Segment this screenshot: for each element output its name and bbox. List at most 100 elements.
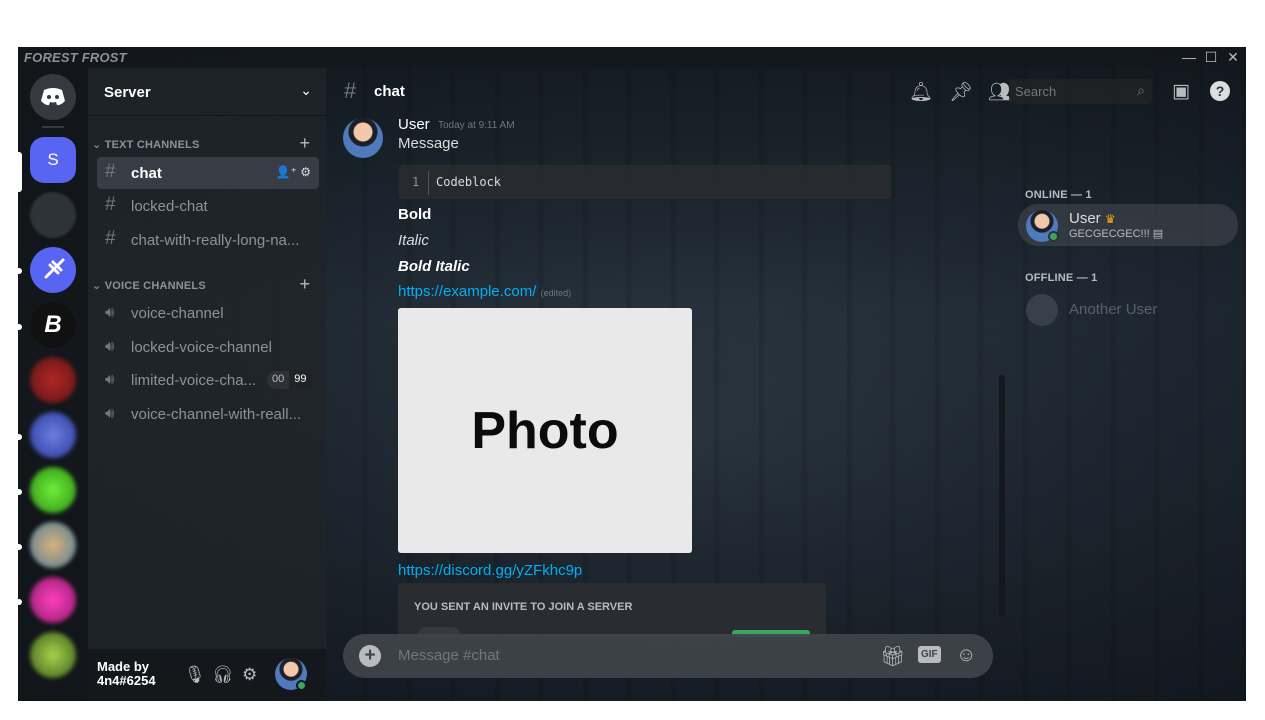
gift-icon[interactable]: 🎁︎ [880,644,905,669]
server-icon-red[interactable] [30,357,76,403]
member-item[interactable]: Another User [1018,288,1238,330]
message-scrollbar[interactable] [999,375,1005,617]
code-block: 1 Codeblock [398,164,892,200]
server-icon-lime[interactable] [30,632,76,678]
voice-channel-long[interactable]: 🔊︎ voice-channel-with-reall... [97,398,319,430]
message-composer[interactable]: + Message #chat 🎁︎ GIF ☺ [343,634,993,678]
speaker-icon: 🔊︎ [105,304,115,321]
online-header: ONLINE — 1 [1025,189,1092,201]
online-status-dot [296,680,307,691]
member-item[interactable]: User ♛ GECGECGEC!!! ▤ [1018,204,1238,246]
gif-button[interactable]: GIF [918,646,941,663]
server-icon-pink[interactable] [30,577,76,623]
message-author[interactable]: User [398,116,430,133]
headphones-icon[interactable]: 🎧︎ [212,665,234,685]
unread-indicator [18,268,22,274]
category-label: ⌄ TEXT CHANNELS [92,138,200,151]
unread-indicator [18,544,22,550]
edited-marker: (edited) [540,288,572,298]
add-channel-icon[interactable]: + [299,133,310,154]
member-status: GECGECGEC!!! [1069,228,1150,240]
title-bar: FOREST FROST — ☐ ✕ [18,47,1246,68]
message-list: User Today at 9:11 AM Message 1 Codebloc… [326,116,1016,701]
search-icon: ⌕ [1137,82,1145,98]
category-label: ⌄ VOICE CHANNELS [92,279,206,292]
maximize-button[interactable]: ☐ [1200,49,1222,66]
server-b-glyph: B [44,311,62,338]
code-divider [428,171,429,195]
server-icon-s[interactable]: S [30,137,76,183]
user-limit-badge: 00 99 [267,371,312,389]
channel-name: limited-voice-cha... [131,372,257,389]
chevron-down-icon: ⌄ [300,82,312,98]
discord-logo-icon [41,88,65,106]
plug-icon [44,258,65,279]
server-icon-green[interactable] [30,467,76,513]
rail-separator [42,126,64,128]
unread-indicator [18,489,22,495]
server-icon-plugin[interactable] [30,247,76,293]
server-initial: S [47,150,59,169]
home-button[interactable] [30,74,76,120]
channel-name: voice-channel [131,305,224,322]
channel-long-name[interactable]: # chat-with-really-long-na... [97,224,319,256]
server-header[interactable]: Server ⌄ [88,68,326,116]
hash-icon: # [105,161,116,182]
add-attachment-icon[interactable]: + [359,645,381,667]
channel-title: chat [374,83,405,100]
message-link[interactable]: https://example.com/ [398,283,536,300]
unread-indicator [18,599,22,605]
author-tag: 4n4#6254 [97,673,156,688]
member-name: Another User [1069,301,1158,318]
voice-channel-limited[interactable]: 🔊︎ limited-voice-cha... 00 99 [97,364,319,396]
inbox-icon[interactable]: ▣ [1172,80,1190,103]
hash-icon: # [344,78,357,103]
user-panel: Made by 4n4#6254 🎙︎ 🎧︎ ⚙ [88,649,326,701]
invite-icon[interactable]: 👤⁺ [276,165,297,179]
gear-icon[interactable]: ⚙ [300,165,311,179]
category-text-channels[interactable]: ⌄ TEXT CHANNELS + [92,133,318,154]
photo-label: Photo [471,401,619,460]
speaker-icon: 🔊︎ [105,405,115,422]
channel-sidebar: Server ⌄ ⌄ TEXT CHANNELS + # chat 👤⁺ ⚙ #… [88,68,326,701]
message-avatar[interactable] [343,118,383,158]
pin-icon[interactable]: 📌︎ [949,80,973,104]
search-input[interactable]: Search ⌕ [1009,79,1152,104]
server-icon-blue[interactable] [30,412,76,458]
channel-chat[interactable]: # chat 👤⁺ ⚙ [97,157,319,189]
invite-header: YOU SENT AN INVITE TO JOIN A SERVER [414,601,633,613]
category-voice-channels[interactable]: ⌄ VOICE CHANNELS + [92,274,318,295]
close-button[interactable]: ✕ [1222,49,1244,66]
minimize-button[interactable]: — [1178,49,1200,65]
channel-name: locked-voice-channel [131,339,272,356]
server-icon-landscape[interactable] [30,522,76,568]
add-channel-icon[interactable]: + [299,274,310,295]
server-icon-b[interactable]: B [30,302,76,348]
gear-icon[interactable]: ⚙ [242,665,257,685]
made-by-label: Made by [97,659,150,674]
unread-indicator [18,324,22,330]
voice-channel-locked[interactable]: 🔊︎ locked-voice-channel [97,331,319,363]
bold-italic-text: Bold Italic [398,258,470,275]
microphone-icon[interactable]: 🎙︎ [184,665,206,685]
invite-link[interactable]: https://discord.gg/yZFkhc9p [398,562,582,579]
photo-attachment[interactable]: Photo [398,308,692,553]
voice-channel[interactable]: 🔊︎ voice-channel [97,297,319,329]
channel-name: chat [131,165,162,182]
channel-tools: 👤⁺ ⚙ [276,165,311,179]
emoji-icon[interactable]: ☺ [956,644,976,667]
code-line-number: 1 [412,175,420,189]
server-icon-2[interactable] [30,192,76,238]
chevron-icon: ⌄ [92,280,105,292]
unread-indicator [18,434,22,440]
help-icon[interactable]: ? [1210,81,1230,101]
user-count: 00 [267,371,290,389]
selected-indicator [18,152,22,192]
locked-speaker-icon: 🔊︎ [105,338,115,355]
channel-locked-chat[interactable]: # locked-chat [97,190,319,222]
channel-name: chat-with-really-long-na... [131,232,300,249]
bell-icon[interactable]: 🔔︎ [909,80,933,104]
invite-embed: YOU SENT AN INVITE TO JOIN A SERVER [398,583,826,637]
hash-icon: # [105,228,116,249]
note-icon: ▤ [1152,228,1164,240]
